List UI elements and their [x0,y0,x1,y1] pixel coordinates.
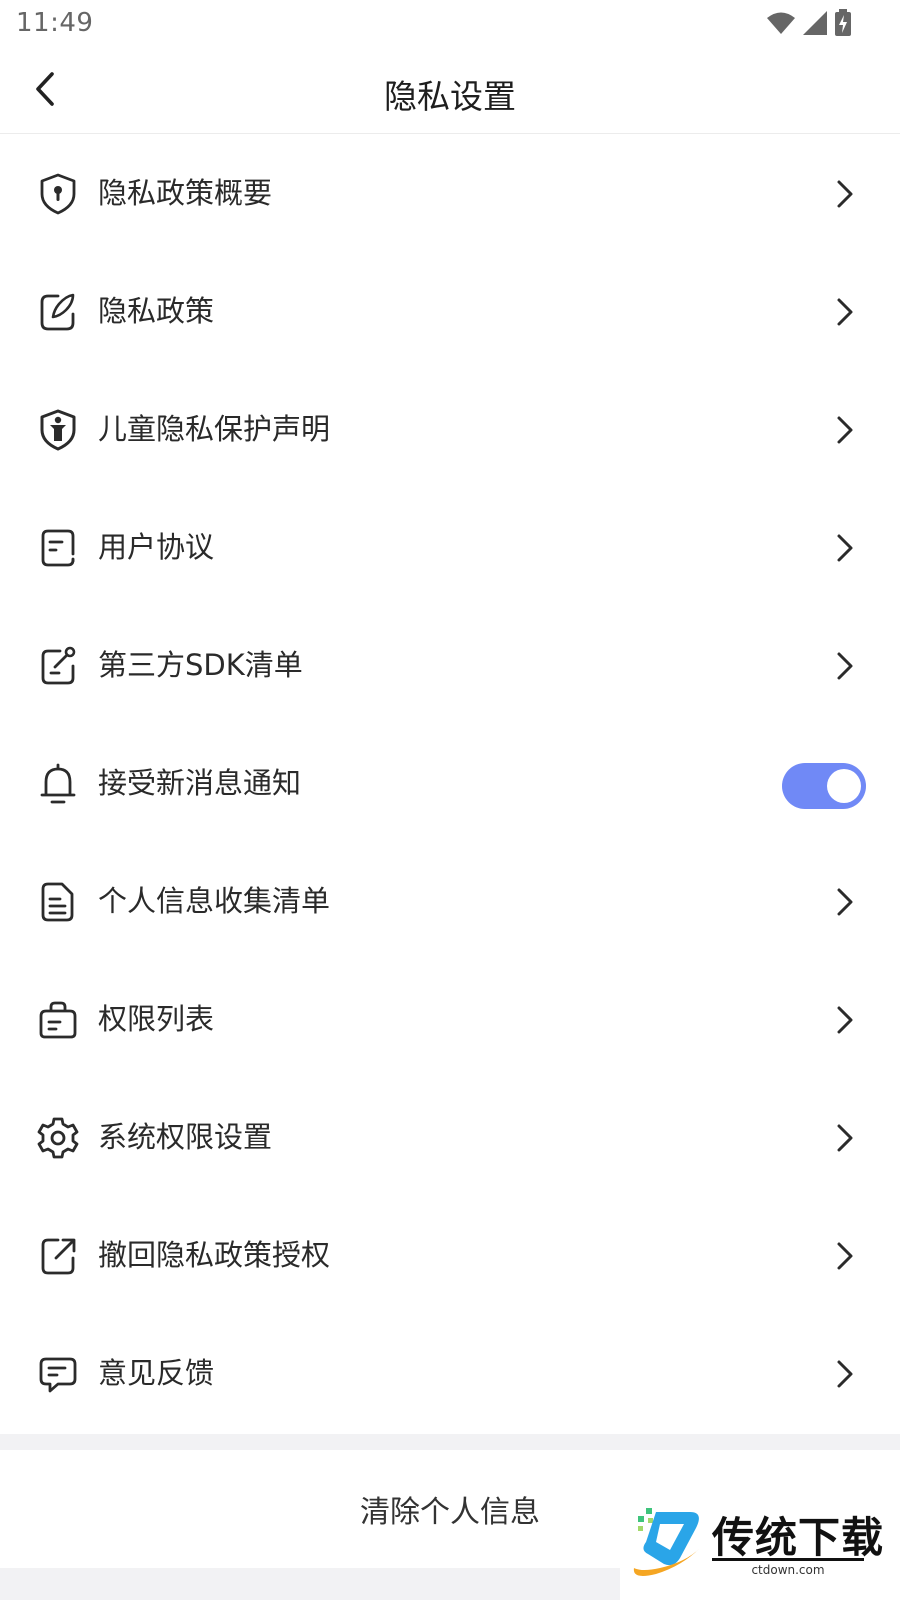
document-icon [36,526,80,570]
settings-list: 隐私政策概要 隐私政策 儿童隐私保护声明 用户协议 第三方SDK清单 接受新消息… [0,135,900,1433]
battery-charging-icon [834,9,852,37]
gear-icon [36,1116,80,1160]
settings-item-label: 接受新消息通知 [98,766,302,800]
sdk-link-icon [36,644,80,688]
settings-item-label: 第三方SDK清单 [98,648,303,682]
chevron-right-icon [828,1358,860,1390]
watermark-logo-icon [630,1504,706,1588]
settings-item-privacy-summary[interactable]: 隐私政策概要 [0,135,900,253]
status-time: 11:49 [16,8,94,38]
child-shield-icon [36,408,80,452]
settings-item-label: 系统权限设置 [98,1120,273,1154]
message-icon [36,1352,80,1396]
chevron-right-icon [828,414,860,446]
wifi-icon [766,10,796,36]
edit-pen-icon [36,290,80,334]
settings-item-third-party-sdk[interactable]: 第三方SDK清单 [0,607,900,725]
chevron-right-icon [828,1122,860,1154]
settings-item-revoke-authorization[interactable]: 撤回隐私政策授权 [0,1197,900,1315]
chevron-right-icon [828,178,860,210]
chevron-right-icon [828,532,860,564]
status-bar: 11:49 [0,0,900,48]
settings-item-label: 个人信息收集清单 [98,884,331,918]
watermark: 传统下载 ctdown.com [620,1494,900,1600]
section-divider [0,1434,900,1450]
settings-item-feedback[interactable]: 意见反馈 [0,1315,900,1433]
page-title: 隐私设置 [384,77,516,116]
chevron-right-icon [828,296,860,328]
watermark-domain: ctdown.com [712,1558,864,1577]
shield-lock-icon [36,172,80,216]
chevron-right-icon [828,1004,860,1036]
settings-item-personal-info-list[interactable]: 个人信息收集清单 [0,843,900,961]
settings-item-label: 意见反馈 [98,1356,215,1390]
signal-icon [802,10,828,36]
chevron-right-icon [828,886,860,918]
chevron-right-icon [828,1240,860,1272]
settings-item-system-permission[interactable]: 系统权限设置 [0,1079,900,1197]
settings-item-privacy-policy[interactable]: 隐私政策 [0,253,900,371]
share-out-icon [36,1234,80,1278]
settings-item-label: 撤回隐私政策授权 [98,1238,331,1272]
settings-item-new-message-notification: 接受新消息通知 [0,725,900,843]
briefcase-list-icon [36,998,80,1042]
settings-item-label: 隐私政策 [98,294,215,328]
app-header: 隐私设置 [0,48,900,134]
settings-item-user-agreement[interactable]: 用户协议 [0,489,900,607]
settings-item-child-privacy[interactable]: 儿童隐私保护声明 [0,371,900,489]
settings-item-label: 用户协议 [98,530,215,564]
settings-item-label: 隐私政策概要 [98,176,273,210]
bell-icon [36,762,80,806]
status-icons [766,8,852,38]
settings-item-permission-list[interactable]: 权限列表 [0,961,900,1079]
toggle-knob [827,769,861,803]
settings-item-label: 儿童隐私保护声明 [98,412,331,446]
settings-item-label: 权限列表 [98,1002,215,1036]
file-list-icon [36,880,80,924]
notification-toggle[interactable] [782,763,866,809]
chevron-right-icon [828,650,860,682]
privacy-settings-screen: 11:49 隐私设置 隐私政策概要 隐私政策 儿童隐私保护声明 用户协议 第三方… [0,0,900,1600]
watermark-text: 传统下载 [712,1513,885,1562]
